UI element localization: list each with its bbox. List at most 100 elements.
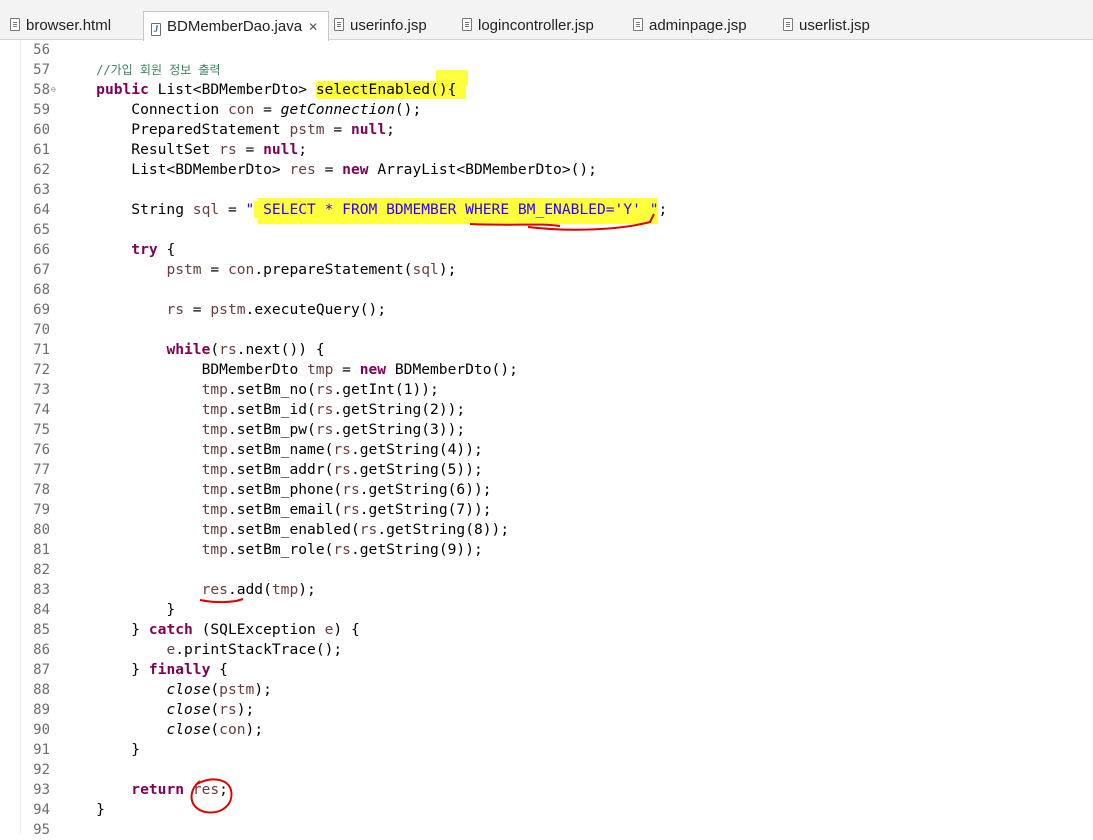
fold-toggle-icon[interactable]: ⊖ <box>51 85 56 95</box>
code-line[interactable]: 75 tmp.setBm_pw(rs.getString(3)); <box>0 420 1093 440</box>
code-token: .setBm_addr( <box>227 461 334 478</box>
code-line[interactable]: 84 } <box>0 600 1093 620</box>
code-line[interactable]: 82 <box>0 560 1093 580</box>
code-text: public List<BDMemberDto> selectEnabled()… <box>61 80 457 100</box>
code-line[interactable]: 93 return res; <box>0 780 1093 800</box>
code-line[interactable]: 67 pstm = con.prepareStatement(sql); <box>0 260 1093 280</box>
code-token: tmp <box>201 381 228 398</box>
tab-label: browser.html <box>26 17 112 34</box>
code-token: rs <box>315 381 334 398</box>
code-token: BDMemberDto <box>61 361 308 378</box>
code-token: rs <box>333 441 351 458</box>
line-number: 82 <box>33 562 50 578</box>
code-line[interactable]: 73 tmp.setBm_no(rs.getInt(1)); <box>0 380 1093 400</box>
code-line[interactable]: 65 <box>0 220 1093 240</box>
code-line[interactable]: 56 <box>0 40 1093 60</box>
code-token: .prepareStatement( <box>254 261 413 278</box>
code-line[interactable]: 69 rs = pstm.executeQuery(); <box>0 300 1093 320</box>
code-token: .setBm_id( <box>227 401 316 418</box>
tab-userlist-jsp[interactable]: userlist.jsp <box>783 11 870 40</box>
code-line[interactable]: 77 tmp.setBm_addr(rs.getString(5)); <box>0 460 1093 480</box>
code-token: null <box>263 141 299 158</box>
code-line[interactable]: 68 <box>0 280 1093 300</box>
code-line[interactable]: 60 PreparedStatement pstm = null; <box>0 120 1093 140</box>
code-token: ); <box>245 721 264 738</box>
code-line[interactable]: 58 ⊖ public List<BDMemberDto> selectEnabl… <box>0 80 1093 100</box>
code-line[interactable]: 90 close(con); <box>0 720 1093 740</box>
code-token: List<BDMemberDto> <box>61 161 290 178</box>
code-line[interactable]: 87 } finally { <box>0 660 1093 680</box>
code-token: .setBm_role( <box>227 541 334 558</box>
code-line[interactable]: 74 tmp.setBm_id(rs.getString(2)); <box>0 400 1093 420</box>
code-line[interactable]: 78 tmp.setBm_phone(rs.getString(6)); <box>0 480 1093 500</box>
line-number: 91 <box>33 742 50 758</box>
code-token: pstm <box>210 301 246 318</box>
code-token: tmp <box>271 581 299 598</box>
code-text: tmp.setBm_enabled(rs.getString(8)); <box>61 520 510 540</box>
code-line[interactable]: 62 List<BDMemberDto> res = new ArrayList… <box>0 160 1093 180</box>
code-line[interactable]: 91 } <box>0 740 1093 760</box>
tab-bdmemberdao-java[interactable]: J BDMemberDao.java ✕ <box>143 11 329 41</box>
code-token: String <box>61 201 193 218</box>
line-number: 86 <box>33 642 50 658</box>
code-token: rs <box>342 501 360 518</box>
line-number: 88 <box>33 682 50 698</box>
code-token: pstm <box>219 681 255 698</box>
code-line[interactable]: 81 tmp.setBm_role(rs.getString(9)); <box>0 540 1093 560</box>
code-line[interactable]: 63 <box>0 180 1093 200</box>
code-line[interactable]: 95 <box>0 820 1093 840</box>
code-line[interactable]: 79 tmp.setBm_email(rs.getString(7)); <box>0 500 1093 520</box>
code-text: rs = pstm.executeQuery(); <box>61 300 386 320</box>
tab-adminpage-jsp[interactable]: adminpage.jsp <box>633 11 747 40</box>
code-line[interactable]: 57 //가입 회원 정보 출력 <box>0 60 1093 80</box>
code-token: " <box>245 201 255 218</box>
code-token: ArrayList<BDMemberDto>(); <box>368 161 597 178</box>
code-line[interactable]: 89 close(rs); <box>0 700 1093 720</box>
code-line[interactable]: 83 res.add(tmp); <box>0 580 1093 600</box>
code-token: tmp <box>201 401 228 418</box>
code-token: tmp <box>201 441 228 458</box>
code-line[interactable]: 61 ResultSet rs = null; <box>0 140 1093 160</box>
code-line[interactable]: 86 e.printStackTrace(); <box>0 640 1093 660</box>
code-token: } <box>61 601 176 618</box>
line-number: 81 <box>33 542 50 558</box>
code-token: rs <box>342 481 360 498</box>
code-token: .setBm_enabled( <box>227 521 360 538</box>
code-token: .getString(6)); <box>359 481 492 498</box>
code-line[interactable]: 76 tmp.setBm_name(rs.getString(4)); <box>0 440 1093 460</box>
tab-userinfo-jsp[interactable]: userinfo.jsp <box>334 11 427 40</box>
code-line[interactable]: 85 } catch (SQLException e) { <box>0 620 1093 640</box>
code-line[interactable]: 72 BDMemberDto tmp = new BDMemberDto(); <box>0 360 1093 380</box>
line-number: 92 <box>33 762 50 778</box>
tab-browser-html[interactable]: browser.html <box>10 11 111 40</box>
code-token: tmp <box>307 361 334 378</box>
code-line[interactable]: 64 String sql = " SELECT * FROM BDMEMBER… <box>0 200 1093 220</box>
code-editor[interactable]: 56 57 //가입 회원 정보 출력 58 ⊖ public List<BDMemb… <box>0 40 1093 838</box>
code-token: ); <box>254 681 272 698</box>
code-line[interactable]: 59 Connection con = getConnection(); <box>0 100 1093 120</box>
code-token: ); <box>438 261 457 278</box>
code-token: = <box>219 201 246 218</box>
code-line[interactable]: 92 <box>0 760 1093 780</box>
code-line[interactable]: 88 close(pstm); <box>0 680 1093 700</box>
code-token: res <box>201 581 228 598</box>
code-text: tmp.setBm_name(rs.getString(4)); <box>61 440 483 460</box>
code-token: .setBm_pw( <box>227 421 316 438</box>
code-line[interactable]: 94 } <box>0 800 1093 820</box>
code-token: ResultSet <box>61 141 220 158</box>
code-line[interactable]: 66 try { <box>0 240 1093 260</box>
code-token: } <box>61 661 149 678</box>
tab-logincontroller-jsp[interactable]: logincontroller.jsp <box>462 11 594 40</box>
code-line[interactable]: 70 <box>0 320 1093 340</box>
code-token: } <box>61 621 149 638</box>
code-line[interactable]: 80 tmp.setBm_enabled(rs.getString(8)); <box>0 520 1093 540</box>
code-line[interactable]: 71 while(rs.next()) { <box>0 340 1093 360</box>
code-token: } <box>61 801 105 818</box>
code-text: close(pstm); <box>61 680 272 700</box>
code-token: ; <box>658 201 668 218</box>
close-icon[interactable]: ✕ <box>308 13 318 42</box>
code-token: tmp <box>201 481 228 498</box>
